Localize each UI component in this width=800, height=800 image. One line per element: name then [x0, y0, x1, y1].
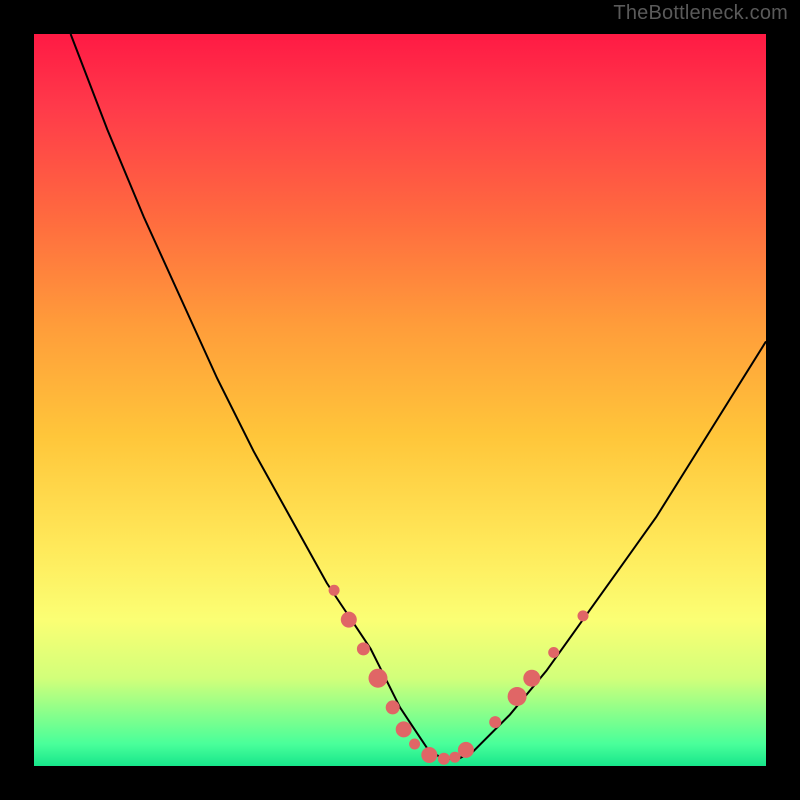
- curve-marker: [489, 716, 501, 728]
- curve-marker: [548, 647, 559, 658]
- curve-marker: [458, 742, 474, 758]
- curve-marker: [341, 612, 357, 628]
- plot-area: [34, 34, 766, 766]
- curve-marker: [329, 585, 340, 596]
- curve-marker: [421, 747, 437, 763]
- curve-marker: [409, 739, 420, 750]
- curve-marker: [438, 753, 450, 765]
- curve-marker: [369, 669, 388, 688]
- bottleneck-curve: [71, 34, 766, 759]
- watermark-text: TheBottleneck.com: [613, 2, 788, 25]
- chart-frame: TheBottleneck.com: [0, 0, 800, 800]
- curve-markers: [329, 585, 589, 765]
- curve-marker: [578, 610, 589, 621]
- chart-svg: [34, 34, 766, 766]
- curve-marker: [357, 642, 370, 655]
- curve-marker: [523, 670, 540, 687]
- curve-marker: [396, 721, 412, 737]
- curve-marker: [508, 687, 527, 706]
- curve-marker: [386, 700, 400, 714]
